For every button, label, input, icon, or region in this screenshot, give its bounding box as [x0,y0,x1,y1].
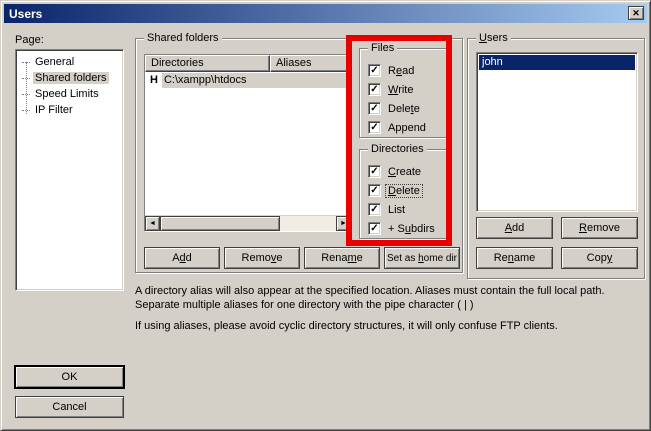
ok-button[interactable]: OK [15,366,124,388]
subdirs-label: + Subdirs [386,223,437,235]
read-label: Read [386,65,416,77]
scroll-left-button[interactable]: ◄ [145,216,160,231]
folder-add-button[interactable]: Add [144,247,220,269]
horizontal-scrollbar[interactable]: ◄ ► [145,215,351,231]
folder-add-label: Add [172,252,192,264]
checkbox-row-subdirs[interactable]: ✓ + Subdirs [368,220,437,237]
close-icon: ✕ [632,9,640,18]
page-item-speed-limits[interactable]: Speed Limits [18,86,121,102]
check-icon: ✓ [370,205,378,215]
check-icon: ✓ [370,167,378,177]
window-title: Users [9,7,42,21]
user-item-john[interactable]: john [479,55,635,70]
folder-rename-button[interactable]: Rename [304,247,380,269]
close-button[interactable]: ✕ [628,6,644,20]
check-icon: ✓ [370,123,378,133]
file-delete-label: Delete [386,103,422,115]
folder-remove-button[interactable]: Remove [224,247,300,269]
user-rename-label: Rename [494,252,536,264]
directories-permissions-group: Directories ✓ Create ✓ Delete ✓ List ✓ +… [359,149,449,239]
append-label: Append [386,122,428,134]
list-checkbox[interactable]: ✓ [368,203,381,216]
folder-rename-label: Rename [321,252,363,264]
user-remove-label: Remove [579,222,620,234]
page-item-label: Shared folders [33,72,109,84]
home-dir-marker: H [145,74,162,86]
directories-listview[interactable]: Directories Aliases H C:\xampp\htdocs ◄ … [144,54,352,232]
page-listbox[interactable]: General Shared folders Speed Limits IP F… [15,49,124,291]
cancel-label: Cancel [52,401,86,413]
write-checkbox[interactable]: ✓ [368,83,381,96]
users-group-label: Users [476,32,511,44]
user-rename-button[interactable]: Rename [476,247,553,269]
check-icon: ✓ [370,186,378,196]
check-icon: ✓ [370,224,378,234]
user-add-button[interactable]: Add [476,217,553,239]
listview-header: Directories Aliases [145,55,351,72]
alias-note: A directory alias will also appear at th… [135,284,651,312]
append-checkbox[interactable]: ✓ [368,121,381,134]
listview-body: H C:\xampp\htdocs [145,72,351,215]
column-header-directories[interactable]: Directories [145,55,270,72]
page-item-general[interactable]: General [18,54,121,70]
file-delete-checkbox[interactable]: ✓ [368,102,381,115]
shared-folders-group-label: Shared folders [144,32,222,44]
folder-remove-label: Remove [242,252,283,264]
files-group-label: Files [368,42,397,54]
create-label: Create [386,166,423,178]
ok-label: OK [62,371,78,383]
directories-group-label: Directories [368,143,427,155]
checkbox-row-dir-delete[interactable]: ✓ Delete [368,182,422,199]
checkbox-row-file-delete[interactable]: ✓ Delete [368,100,422,117]
checkbox-row-read[interactable]: ✓ Read [368,62,416,79]
notes-area: A directory alias will also appear at th… [135,284,651,340]
user-add-label: Add [505,222,525,234]
page-item-label: Speed Limits [33,88,101,100]
set-home-dir-button[interactable]: Set as home dir [384,247,460,269]
checkbox-row-write[interactable]: ✓ Write [368,81,415,98]
checkbox-row-list[interactable]: ✓ List [368,201,407,218]
cancel-button[interactable]: Cancel [15,396,124,418]
check-icon: ✓ [370,85,378,95]
directory-row[interactable]: H C:\xampp\htdocs [145,72,351,88]
check-icon: ✓ [370,66,378,76]
read-checkbox[interactable]: ✓ [368,64,381,77]
checkbox-row-append[interactable]: ✓ Append [368,119,428,136]
user-remove-button[interactable]: Remove [561,217,638,239]
user-copy-label: Copy [587,252,613,264]
files-permissions-group: Files ✓ Read ✓ Write ✓ Delete ✓ Append [359,48,449,138]
dir-delete-checkbox[interactable]: ✓ [368,184,381,197]
cyclic-note: If using aliases, please avoid cyclic di… [135,319,651,333]
scroll-left-icon: ◄ [149,220,156,227]
scrollbar-track[interactable] [280,216,336,231]
scroll-right-icon: ► [340,220,347,227]
create-checkbox[interactable]: ✓ [368,165,381,178]
users-listbox[interactable]: john [476,52,638,212]
directory-path: C:\xampp\htdocs [162,73,351,88]
page-item-label: General [33,56,76,68]
page-item-label: IP Filter [33,104,75,116]
column-header-aliases[interactable]: Aliases [270,55,351,72]
titlebar[interactable]: Users ✕ [4,4,647,23]
page-label: Page: [15,34,44,46]
write-label: Write [386,84,415,96]
page-item-shared-folders[interactable]: Shared folders [18,70,121,86]
users-group: Users john Add Remove Rename Copy [467,38,645,279]
subdirs-checkbox[interactable]: ✓ [368,222,381,235]
scrollbar-thumb[interactable] [160,216,280,231]
dir-delete-label: Delete [386,185,422,197]
users-dialog: Users ✕ Page: General Shared folders Spe… [0,0,651,431]
checkbox-row-create[interactable]: ✓ Create [368,163,423,180]
set-home-dir-label: Set as home dir [387,253,457,264]
list-label: List [386,204,407,216]
scroll-right-button[interactable]: ► [336,216,351,231]
page-item-ip-filter[interactable]: IP Filter [18,102,121,118]
user-copy-button[interactable]: Copy [561,247,638,269]
check-icon: ✓ [370,104,378,114]
